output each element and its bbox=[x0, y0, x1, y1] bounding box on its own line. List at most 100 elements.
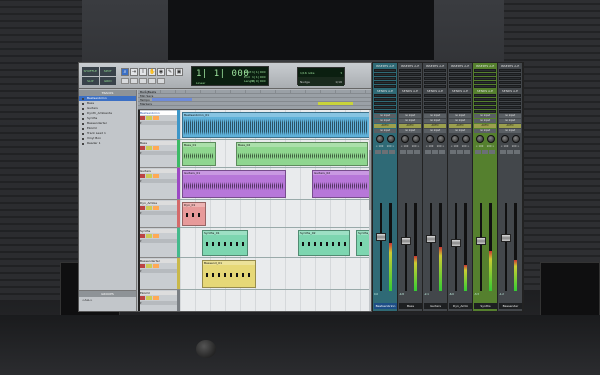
audio-clip[interactable]: Bassend_01 bbox=[202, 260, 256, 288]
mute-button[interactable] bbox=[153, 296, 159, 300]
volume-value[interactable]: -4.8 bbox=[399, 293, 404, 296]
mute-button[interactable] bbox=[439, 150, 446, 154]
solo-button[interactable] bbox=[431, 150, 438, 154]
track-name[interactable]: Dyn_Ambie bbox=[139, 201, 179, 205]
pan-left-knob-icon[interactable] bbox=[400, 135, 409, 143]
track-view-selector[interactable]: ▾ bbox=[139, 121, 179, 125]
track-view-selector[interactable]: ▾ bbox=[139, 179, 179, 183]
insert-slot[interactable] bbox=[499, 69, 521, 72]
track-view-selector[interactable]: ▾ bbox=[139, 301, 179, 305]
insert-slot[interactable] bbox=[474, 85, 496, 88]
mute-button[interactable] bbox=[389, 150, 396, 154]
main-counter[interactable]: 1| 1| 000 Linear Start End Length 1| 1| … bbox=[191, 66, 269, 86]
markers-ruler[interactable]: Markers bbox=[138, 102, 371, 106]
insert-slot[interactable] bbox=[374, 77, 396, 80]
pan-right-knob-icon[interactable] bbox=[436, 135, 445, 143]
audio-clip[interactable]: Dyn_01 bbox=[182, 202, 206, 226]
send-slot[interactable] bbox=[424, 102, 446, 105]
pan-left-knob-icon[interactable] bbox=[425, 135, 434, 143]
send-slot[interactable] bbox=[374, 106, 396, 109]
record-button[interactable] bbox=[424, 150, 431, 154]
group-item-all[interactable]: <ALL> bbox=[79, 297, 136, 303]
insert-slot[interactable] bbox=[399, 69, 421, 72]
nudge-row[interactable]: Nudge 1/16 bbox=[298, 77, 344, 86]
insert-slot[interactable] bbox=[399, 73, 421, 76]
audio-clip[interactable]: Guitars_02 bbox=[312, 170, 370, 198]
insert-slot[interactable] bbox=[424, 69, 446, 72]
solo-button[interactable] bbox=[146, 206, 152, 210]
grid-mode-button[interactable]: GRID bbox=[99, 76, 116, 85]
solo-button[interactable] bbox=[381, 150, 388, 154]
solo-button[interactable] bbox=[146, 174, 152, 178]
volume-fader[interactable] bbox=[476, 237, 486, 246]
volume-value[interactable]: -3.3 bbox=[474, 293, 479, 296]
scrubber-tool-icon[interactable]: ◉ bbox=[157, 68, 165, 76]
automation-mode-selector[interactable]: AUTO bbox=[374, 124, 396, 128]
pan-right-knob-icon[interactable] bbox=[461, 135, 470, 143]
solo-button[interactable] bbox=[506, 150, 513, 154]
send-slot[interactable] bbox=[474, 110, 496, 113]
track-list-item[interactable]: Reader 1 bbox=[79, 141, 136, 146]
pan-right-knob-icon[interactable] bbox=[411, 135, 420, 143]
mute-button[interactable] bbox=[489, 150, 496, 154]
send-slot[interactable] bbox=[474, 102, 496, 105]
mute-button[interactable] bbox=[464, 150, 471, 154]
track-name[interactable]: Guitars bbox=[139, 169, 179, 173]
insert-slot[interactable] bbox=[449, 85, 471, 88]
pan-right-knob-icon[interactable] bbox=[511, 135, 520, 143]
volume-fader[interactable] bbox=[451, 239, 461, 247]
mute-button[interactable] bbox=[153, 174, 159, 178]
send-slot[interactable] bbox=[399, 110, 421, 113]
insert-slot[interactable] bbox=[399, 81, 421, 84]
trim-tool-icon[interactable]: ⇥ bbox=[130, 68, 138, 76]
zoom-preset-4[interactable] bbox=[148, 78, 156, 84]
track-header[interactable]: Bestsenbrinn ▾ bbox=[138, 110, 180, 140]
smart-tool-icon[interactable]: ▣ bbox=[175, 68, 183, 76]
mute-button[interactable] bbox=[414, 150, 421, 154]
track-view-selector[interactable]: ▾ bbox=[139, 269, 179, 273]
output-selector[interactable]: no input bbox=[374, 119, 396, 123]
group-selector[interactable]: no input bbox=[399, 129, 421, 133]
track-header[interactable]: Bass ▾ bbox=[138, 140, 180, 168]
length-value[interactable]: 0| 0| 000 bbox=[252, 79, 265, 84]
record-button[interactable] bbox=[499, 150, 506, 154]
input-selector[interactable]: no input bbox=[399, 114, 421, 118]
volume-value[interactable]: -2.1 bbox=[424, 293, 429, 296]
send-slot[interactable] bbox=[474, 106, 496, 109]
track-header[interactable]: Guitars ▾ bbox=[138, 168, 180, 200]
insert-slot[interactable] bbox=[474, 81, 496, 84]
volume-value[interactable]: -1.2 bbox=[499, 293, 504, 296]
automation-mode-selector[interactable]: AUTO bbox=[499, 124, 521, 128]
record-button[interactable] bbox=[374, 150, 381, 154]
track-header[interactable]: Ekomil ▾ bbox=[138, 290, 180, 311]
send-slot[interactable] bbox=[424, 94, 446, 97]
audio-clip[interactable]: Synths_03 bbox=[356, 230, 370, 256]
send-slot[interactable] bbox=[449, 94, 471, 97]
send-slot[interactable] bbox=[374, 110, 396, 113]
send-slot[interactable] bbox=[499, 98, 521, 101]
send-slot[interactable] bbox=[499, 110, 521, 113]
automation-mode-selector[interactable]: AUTO bbox=[474, 124, 496, 128]
grabber-tool-icon[interactable]: ✋ bbox=[148, 68, 156, 76]
channel-name[interactable]: Guitars bbox=[424, 303, 447, 309]
pan-left-knob-icon[interactable] bbox=[475, 135, 484, 143]
channel-name[interactable]: Synths bbox=[474, 303, 497, 309]
track-name[interactable]: Bassenderter bbox=[139, 259, 179, 263]
insert-slot[interactable] bbox=[499, 73, 521, 76]
insert-slot[interactable] bbox=[374, 73, 396, 76]
send-slot[interactable] bbox=[424, 98, 446, 101]
record-button[interactable] bbox=[449, 150, 456, 154]
zoom-preset-2[interactable] bbox=[130, 78, 138, 84]
output-selector[interactable]: no input bbox=[399, 119, 421, 123]
insert-slot[interactable] bbox=[474, 69, 496, 72]
pencil-tool-icon[interactable]: ✎ bbox=[166, 68, 174, 76]
solo-button[interactable] bbox=[146, 146, 152, 150]
zoom-preset-3[interactable] bbox=[139, 78, 147, 84]
insert-slot[interactable] bbox=[499, 85, 521, 88]
playhead[interactable] bbox=[138, 110, 140, 311]
volume-fader[interactable] bbox=[401, 236, 411, 245]
audio-clip[interactable]: Bass_02 bbox=[236, 142, 368, 166]
mute-button[interactable] bbox=[153, 116, 159, 120]
send-slot[interactable] bbox=[449, 98, 471, 101]
insert-slot[interactable] bbox=[474, 77, 496, 80]
